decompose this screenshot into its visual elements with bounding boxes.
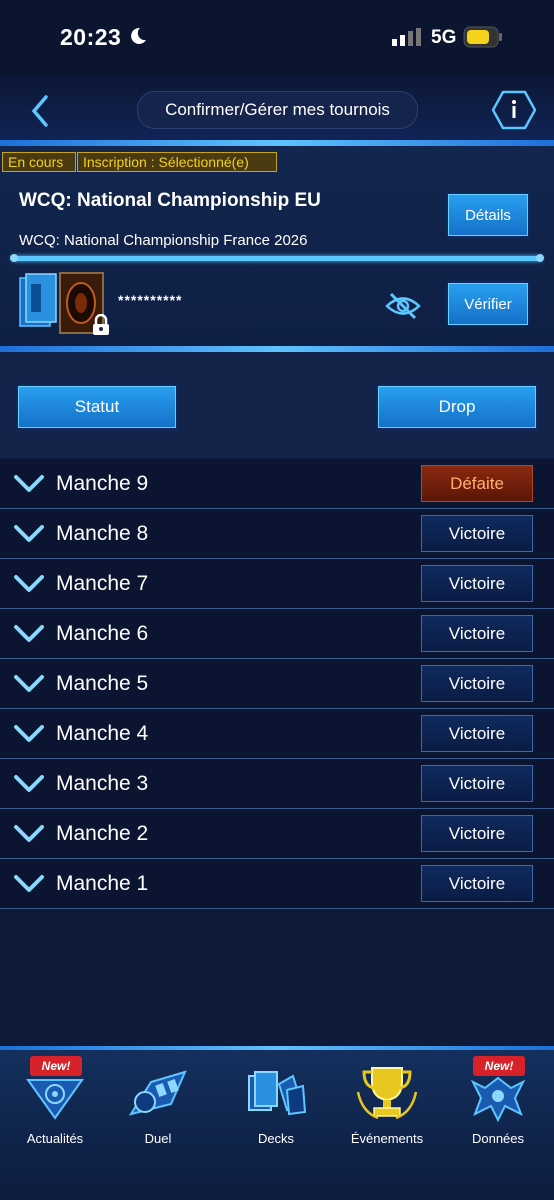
bottom-nav-divider <box>0 1046 554 1050</box>
round-label: Manche 9 <box>56 472 149 495</box>
nav-label-decks: Decks <box>257 1131 295 1146</box>
decks-icon <box>248 1071 307 1116</box>
eye-hidden-icon[interactable] <box>384 291 422 321</box>
round-label: Manche 7 <box>56 572 149 595</box>
round-row[interactable]: Manche 5 Victoire <box>0 659 554 709</box>
trophy-icon <box>356 1067 418 1120</box>
status-bar: 20:23 5G <box>0 0 554 76</box>
round-result[interactable]: Défaite <box>421 465 533 502</box>
progress-start-dot <box>10 254 18 262</box>
signal-icon <box>392 28 421 46</box>
tournament-name: WCQ: National Championship EU <box>19 190 321 211</box>
chevron-down-icon[interactable] <box>13 624 45 644</box>
nav-label-events: Événements <box>350 1131 424 1146</box>
tournament-panel: En cours Inscription : Sélectionné(e) WC… <box>0 146 554 352</box>
nav-item-events[interactable]: Événements <box>332 1054 442 1154</box>
chevron-down-icon[interactable] <box>13 574 45 594</box>
round-result[interactable]: Victoire <box>421 615 533 652</box>
duel-icon <box>128 1070 187 1116</box>
action-bar: Statut Drop <box>0 352 554 458</box>
round-row[interactable]: Manche 2 Victoire <box>0 809 554 859</box>
header: Confirmer/Gérer mes tournois <box>0 76 554 142</box>
round-row[interactable]: Manche 4 Victoire <box>0 709 554 759</box>
round-label: Manche 5 <box>56 672 149 695</box>
moon-icon <box>131 27 146 44</box>
round-label: Manche 2 <box>56 822 149 845</box>
page-title: Confirmer/Gérer mes tournois <box>137 91 418 129</box>
round-row[interactable]: Manche 8 Victoire <box>0 509 554 559</box>
round-result[interactable]: Victoire <box>421 515 533 552</box>
round-result[interactable]: Victoire <box>421 715 533 752</box>
round-row[interactable]: Manche 7 Victoire <box>0 559 554 609</box>
round-row[interactable]: Manche 1 Victoire <box>0 859 554 909</box>
lock-icon <box>93 314 109 335</box>
status-button[interactable]: Statut <box>18 386 176 428</box>
round-label: Manche 6 <box>56 622 149 645</box>
chevron-down-icon[interactable] <box>13 774 45 794</box>
news-badge: New! <box>30 1056 82 1076</box>
deck-code: ********** <box>118 292 183 308</box>
progress-end-dot <box>536 254 544 262</box>
chevron-down-icon[interactable] <box>13 724 45 744</box>
network-type: 5G <box>431 27 457 48</box>
round-result[interactable]: Victoire <box>421 665 533 702</box>
drop-button[interactable]: Drop <box>378 386 536 428</box>
round-result[interactable]: Victoire <box>421 865 533 902</box>
nav-label-duel: Duel <box>144 1131 172 1146</box>
round-result[interactable]: Victoire <box>421 765 533 802</box>
details-button[interactable]: Détails <box>448 194 528 236</box>
nav-label-news: Actualités <box>26 1131 84 1146</box>
deck-case-icon <box>19 273 57 327</box>
nav-item-duel[interactable]: Duel <box>103 1054 213 1154</box>
chevron-down-icon[interactable] <box>13 874 45 894</box>
round-label: Manche 4 <box>56 722 149 745</box>
nav-item-news[interactable]: New! Actualités <box>0 1054 110 1154</box>
info-icon[interactable] <box>492 90 536 130</box>
clock: 20:23 <box>60 24 122 50</box>
round-label: Manche 3 <box>56 772 149 795</box>
chevron-down-icon[interactable] <box>13 474 45 494</box>
status-tag: En cours <box>2 152 76 172</box>
nav-label-data: Données <box>471 1131 525 1146</box>
bottom-nav: New! Actualités Duel Decks Événements Ne… <box>0 1046 554 1200</box>
round-result[interactable]: Victoire <box>421 815 533 852</box>
round-result[interactable]: Victoire <box>421 565 533 602</box>
nav-item-data[interactable]: New! Données <box>443 1054 553 1154</box>
back-arrow-icon[interactable] <box>26 94 54 128</box>
data-badge: New! <box>473 1056 525 1076</box>
round-row[interactable]: Manche 9 Défaite <box>0 459 554 509</box>
chevron-down-icon[interactable] <box>13 674 45 694</box>
round-label: Manche 1 <box>56 872 149 895</box>
verify-button[interactable]: Vérifier <box>448 283 528 325</box>
rounds-list: Manche 9 Défaite Manche 8 Victoire Manche 7 V… <box>0 459 554 909</box>
round-row[interactable]: Manche 6 Victoire <box>0 609 554 659</box>
round-label: Manche 8 <box>56 522 149 545</box>
chevron-down-icon[interactable] <box>13 824 45 844</box>
nav-item-decks[interactable]: Decks <box>221 1054 331 1154</box>
registration-tag: Inscription : Sélectionné(e) <box>77 152 277 172</box>
tournament-progress <box>10 254 544 262</box>
tournament-subtitle: WCQ: National Championship France 2026 <box>19 232 308 249</box>
battery-icon <box>463 26 502 48</box>
chevron-down-icon[interactable] <box>13 524 45 544</box>
round-row[interactable]: Manche 3 Victoire <box>0 759 554 809</box>
progress-fill <box>12 256 542 261</box>
